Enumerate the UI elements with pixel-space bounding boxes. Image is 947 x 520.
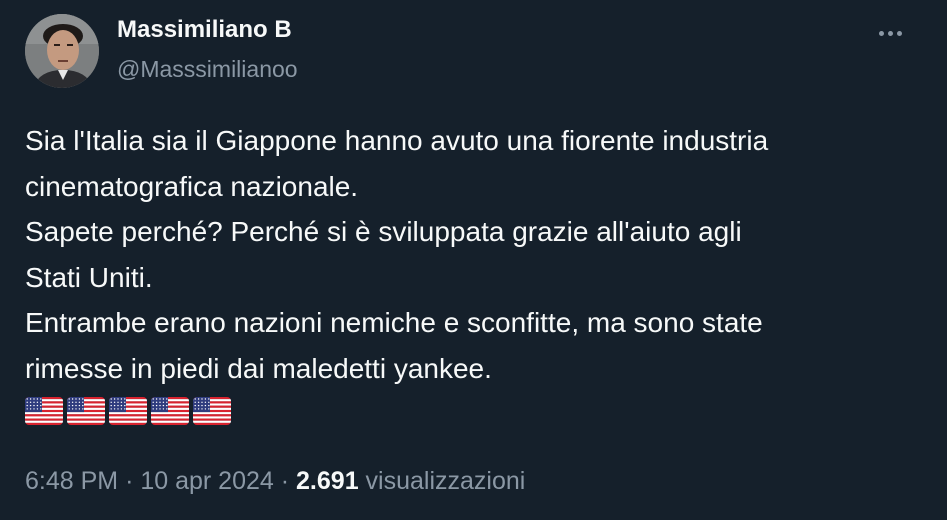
tweet-metadata: 6:48 PM · 10 apr 2024 · 2.691 visualizza…: [25, 467, 525, 496]
tweet-card: Massimiliano B @Masssimilianoo Sia l'Ita…: [0, 0, 947, 520]
tweet-text-line: Stati Uniti.: [25, 261, 153, 293]
us-flag-icon: [193, 397, 231, 425]
avatar[interactable]: [25, 14, 99, 88]
more-horizontal-icon: [887, 30, 893, 36]
more-horizontal-icon: [878, 30, 884, 36]
us-flag-icon: [151, 397, 189, 425]
flag-emoji-row: [25, 397, 231, 425]
tweet-text: Sia l'Italia sia il Giappone hanno avuto…: [25, 118, 915, 391]
tweet-text-line: Sia l'Italia sia il Giappone hanno avuto…: [25, 125, 769, 156]
tweet-text-line: Entrambe erano nazioni nemiche e sconfit…: [25, 307, 763, 338]
meta-separator: ·: [125, 467, 134, 495]
meta-separator: ·: [280, 467, 290, 495]
views-label: visualizzazioni: [365, 467, 526, 495]
us-flag-icon: [25, 397, 63, 425]
user-handle[interactable]: @Masssimilianoo: [117, 56, 298, 83]
tweet-text-line: Sapete perché? Perché si è sviluppata gr…: [25, 216, 742, 247]
more-options-button[interactable]: [866, 18, 914, 48]
display-name[interactable]: Massimiliano B: [117, 16, 292, 44]
us-flag-icon: [67, 397, 105, 425]
tweet-text-line: cinematografica nazionale.: [25, 170, 359, 202]
us-flag-icon: [109, 397, 147, 425]
views-count[interactable]: 2.691: [296, 467, 359, 495]
tweet-time[interactable]: 6:48 PM: [25, 467, 118, 495]
tweet-date[interactable]: 10 apr 2024: [140, 467, 273, 495]
more-horizontal-icon: [896, 30, 902, 36]
tweet-text-line: rimesse in piedi dai maledetti yankee.: [25, 352, 492, 384]
